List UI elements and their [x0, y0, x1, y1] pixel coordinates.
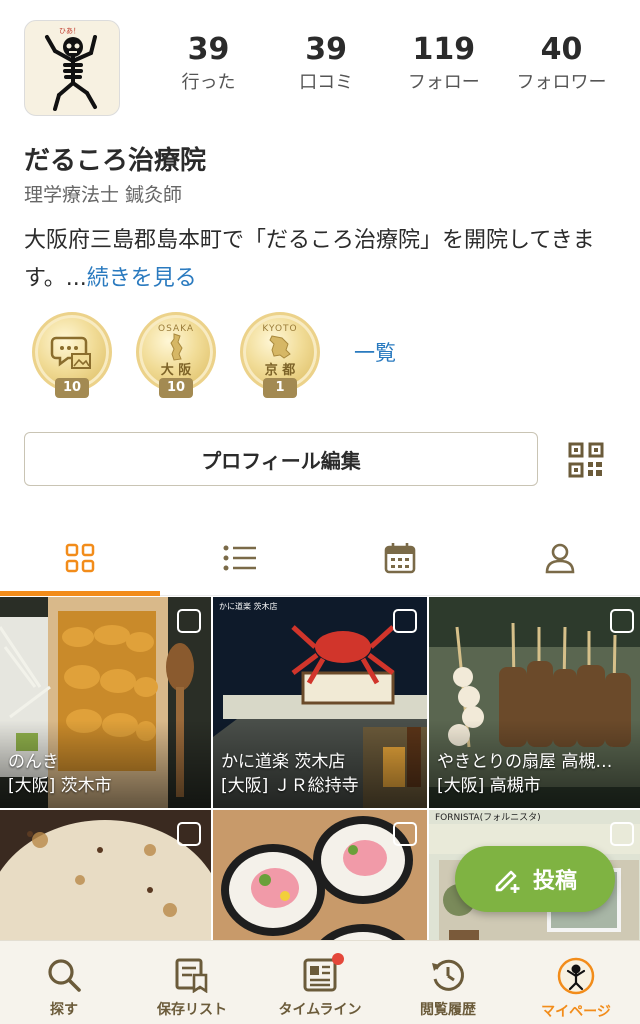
stat-label: 行った [181, 72, 236, 93]
badge-count: 1 [263, 378, 297, 398]
stat-value: 119 [412, 32, 476, 67]
nav-saved-list[interactable]: 保存リスト [128, 941, 256, 1024]
nav-label: 探す [50, 1002, 78, 1018]
select-checkbox[interactable] [393, 822, 417, 846]
person-icon [545, 543, 575, 573]
post-tile[interactable]: やきとりの扇屋 高槻… [大阪] 高槻市 [429, 597, 640, 808]
post-tile[interactable]: かに道楽 茨木店 かに道楽 茨木店 [大阪] ＪＲ総持寺 [213, 597, 427, 808]
calendar-icon [384, 542, 416, 573]
select-checkbox[interactable] [177, 609, 201, 633]
profile-bio: 大阪府三島郡島本町で「だるころ治療院」を開院してきます。...続きを見る [24, 222, 624, 298]
post-area: [大阪] 高槻市 [437, 776, 541, 796]
nav-label: 保存リスト [157, 1002, 227, 1018]
profile-avatar[interactable]: ひあ！ [24, 20, 120, 116]
badge-row: 10 OSAKA 大 阪 10 KYOTO 京 都 1 一覧 [32, 312, 396, 398]
nav-label: タイムライン [278, 1002, 362, 1018]
select-checkbox[interactable] [393, 609, 417, 633]
stat-label: 口コミ [299, 72, 354, 93]
select-checkbox[interactable] [610, 822, 634, 846]
post-button[interactable]: 投稿 [455, 846, 615, 912]
photo-sign-text: FORNISTA(フォルニスタ) [435, 813, 541, 823]
stat-visited[interactable]: 39 行った [150, 30, 267, 96]
badge-kyoto[interactable]: KYOTO 京 都 1 [240, 312, 320, 398]
saved-list-icon [175, 958, 208, 993]
post-button-label: 投稿 [532, 869, 577, 894]
badge-mid-text: 大 阪 [160, 363, 192, 378]
search-icon [48, 959, 81, 992]
select-checkbox[interactable] [610, 609, 634, 633]
nav-timeline[interactable]: タイムライン [256, 941, 384, 1024]
profile-stats: 39 行った 39 口コミ 119 フォロー 40 フォロワー [150, 30, 620, 96]
nav-history[interactable]: 閲覧履歴 [384, 941, 512, 1024]
badge-top-text: OSAKA [157, 324, 195, 334]
profile-name: だるころ治療院 [24, 146, 207, 176]
nav-label: 閲覧履歴 [420, 1002, 476, 1018]
edit-profile-button[interactable]: プロフィール編集 [24, 432, 538, 486]
post-area: [大阪] 茨木市 [8, 776, 112, 796]
tab-calendar[interactable] [320, 520, 480, 595]
pencil-plus-icon [495, 870, 520, 893]
tab-list[interactable] [160, 520, 320, 595]
mypage-avatar-icon [557, 957, 595, 995]
stat-value: 39 [187, 32, 230, 67]
post-restaurant-name: のんき [8, 752, 59, 772]
tab-person[interactable] [480, 520, 640, 595]
badge-count: 10 [159, 378, 193, 398]
stat-label: フォロー [407, 72, 480, 93]
post-caption: やきとりの扇屋 高槻… [大阪] 高槻市 [429, 720, 640, 808]
stat-reviews[interactable]: 39 口コミ [268, 30, 385, 96]
badge-list-link[interactable]: 一覧 [354, 337, 396, 367]
bio-more-link[interactable]: 続きを見る [87, 266, 197, 291]
history-icon [432, 959, 464, 991]
grid-icon [65, 543, 95, 572]
profile-title: 理学療法士 鍼灸師 [24, 184, 183, 206]
stat-followers[interactable]: 40 フォロワー [503, 30, 620, 96]
badge-mid-text: 京 都 [264, 363, 296, 378]
post-area: [大阪] ＪＲ総持寺 [221, 776, 359, 796]
badge-top-text: KYOTO [262, 324, 298, 334]
post-tile[interactable]: のんき [大阪] 茨木市 [0, 597, 211, 808]
stat-value: 39 [305, 32, 348, 67]
profile-tabs [0, 520, 640, 596]
select-checkbox[interactable] [177, 822, 201, 846]
post-caption: かに道楽 茨木店 [大阪] ＪＲ総持寺 [213, 720, 427, 808]
bottom-nav: 探す 保存リスト タイムライン 閲覧履歴 マイページ [0, 940, 640, 1024]
post-restaurant-name: かに道楽 茨木店 [221, 752, 346, 772]
skeleton-dancing-icon: ひあ！ [45, 27, 97, 111]
stat-label: フォロワー [516, 72, 607, 93]
badge-count: 10 [55, 378, 89, 398]
post-restaurant-name: やきとりの扇屋 高槻… [437, 752, 613, 772]
svg-text:ひあ！: ひあ！ [59, 27, 80, 35]
badge-osaka[interactable]: OSAKA 大 阪 10 [136, 312, 216, 398]
nav-search[interactable]: 探す [0, 941, 128, 1024]
post-caption: のんき [大阪] 茨木市 [0, 720, 211, 808]
qr-code-icon[interactable] [568, 442, 604, 478]
list-icon [223, 545, 256, 570]
tab-grid[interactable] [0, 520, 160, 596]
nav-label: マイページ [541, 1004, 611, 1020]
photo-sign-text: かに道楽 茨木店 [219, 602, 278, 611]
stat-following[interactable]: 119 フォロー [385, 30, 502, 96]
notification-dot [332, 953, 344, 965]
stat-value: 40 [540, 32, 583, 67]
badge-review-photo[interactable]: 10 [32, 312, 112, 398]
nav-mypage[interactable]: マイページ [512, 941, 640, 1024]
